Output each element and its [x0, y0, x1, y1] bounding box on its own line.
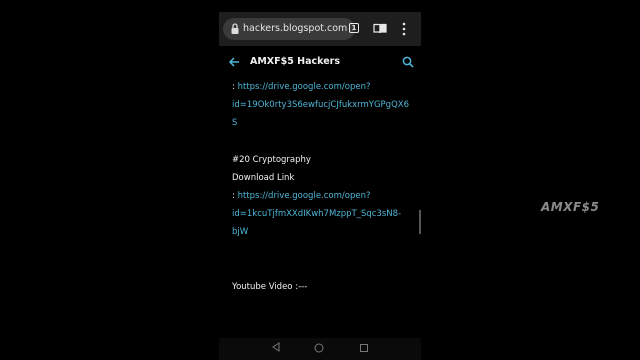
browser-toolbar: hackers.blogspot.com 1	[219, 12, 421, 46]
tabs-icon[interactable]: 1	[349, 23, 359, 33]
link2-prefix: :	[232, 191, 235, 201]
reader-mode-icon[interactable]	[373, 23, 387, 34]
back-arrow-icon[interactable]	[228, 56, 240, 68]
watermark: AMXF$5	[541, 200, 600, 214]
url-text: hackers.blogspot.com	[243, 23, 348, 34]
scrollbar[interactable]	[419, 210, 421, 234]
nav-recent-icon[interactable]	[359, 343, 369, 353]
link2-url-part2[interactable]: id=1kcuTjfmXXdIKwh7MzppT_Sqc3sN8-	[232, 209, 401, 219]
blog-header: AMXF$5 Hackers	[219, 46, 421, 78]
more-vert-icon[interactable]	[402, 22, 406, 36]
phone-screen: hackers.blogspot.com 1 AMXF$5 Hackers : …	[219, 0, 421, 360]
link1-url-part2[interactable]: id=19Ok0rty3S6ewfucjCJfukxrmYGPgQX6	[232, 100, 409, 110]
youtube-label: Youtube Video :---	[232, 282, 308, 292]
link1-prefix: :	[232, 82, 235, 92]
nav-back-icon[interactable]	[271, 342, 281, 352]
link2-url-part3[interactable]: bjW	[232, 227, 248, 237]
nav-home-icon[interactable]	[314, 343, 324, 353]
search-icon[interactable]	[402, 56, 414, 68]
link1-url-part1[interactable]: https://drive.google.com/open?	[238, 82, 371, 92]
download-label: Download Link	[232, 173, 295, 183]
lock-icon	[231, 23, 239, 34]
section-heading: #20 Cryptography	[232, 155, 311, 165]
link2-line1: : https://drive.google.com/open?	[232, 191, 371, 201]
address-bar[interactable]: hackers.blogspot.com	[223, 18, 355, 40]
system-nav-bar	[219, 338, 421, 360]
link2-url-part1[interactable]: https://drive.google.com/open?	[238, 191, 371, 201]
link1-line1: : https://drive.google.com/open?	[232, 82, 371, 92]
link1-url-part3[interactable]: S	[232, 118, 237, 128]
blog-title: AMXF$5 Hackers	[250, 56, 340, 67]
